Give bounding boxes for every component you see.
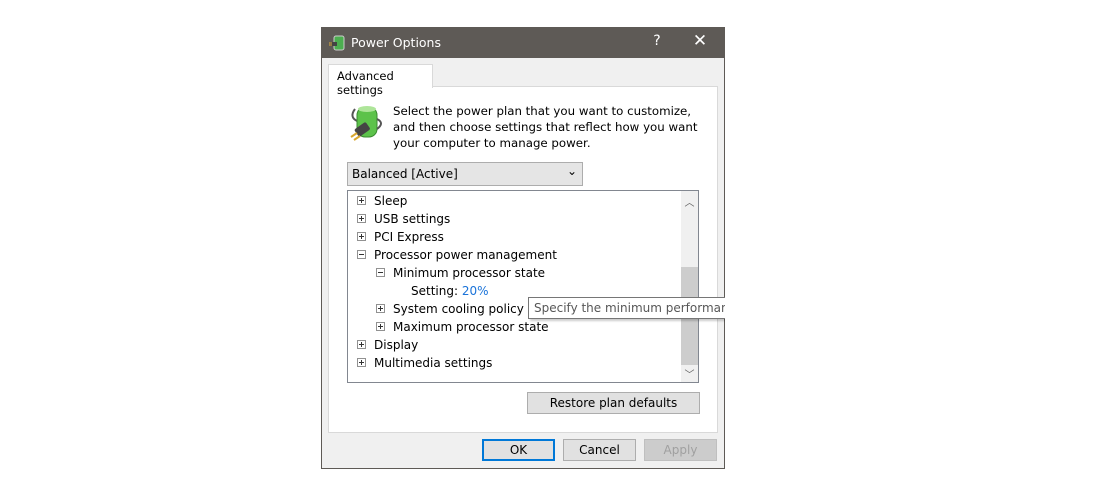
tree-item-pci[interactable]: PCI Express: [357, 228, 444, 246]
expand-icon[interactable]: [376, 304, 385, 313]
power-plan-icon: [350, 106, 382, 141]
tree-item-sleep[interactable]: Sleep: [357, 192, 407, 210]
tree-item-usb[interactable]: USB settings: [357, 210, 450, 228]
cancel-button[interactable]: Cancel: [563, 439, 636, 461]
power-plan-dropdown[interactable]: Balanced [Active] ⌄: [347, 162, 583, 186]
tree-item-min-state[interactable]: Minimum processor state: [376, 264, 545, 282]
expand-icon[interactable]: [357, 214, 366, 223]
tree-item-label: Multimedia settings: [374, 356, 493, 370]
tree-item-label: System cooling policy: [393, 302, 524, 316]
tab-label: Advanced settings: [337, 69, 394, 97]
help-button[interactable]: ?: [647, 33, 667, 49]
power-battery-icon: [329, 35, 345, 51]
tree-item-label: USB settings: [374, 212, 451, 226]
expand-icon[interactable]: [357, 340, 366, 349]
window-title: Power Options: [351, 35, 441, 50]
power-options-dialog: Power Options ? ✕ Advanced settings Sele…: [321, 27, 725, 469]
dropdown-value: Balanced [Active]: [352, 167, 458, 181]
description-text: Select the power plan that you want to c…: [393, 104, 698, 150]
expand-icon[interactable]: [357, 196, 366, 205]
tree-item-max-state[interactable]: Maximum processor state: [376, 318, 549, 336]
tree-item-label: Processor power management: [374, 248, 557, 262]
tab-advanced-settings[interactable]: Advanced settings: [328, 64, 433, 97]
ok-button[interactable]: OK: [482, 439, 555, 461]
chevron-down-icon: ⌄: [566, 164, 577, 178]
tree-item-cooling[interactable]: System cooling policy: [376, 300, 524, 318]
tree-item-multimedia[interactable]: Multimedia settings: [357, 354, 492, 372]
tree-item-label: PCI Express: [374, 230, 444, 244]
tree-item-setting: Setting: 20%: [411, 282, 489, 300]
tooltip: Specify the minimum performance s: [528, 297, 725, 319]
scroll-down-icon[interactable]: ﹀: [681, 366, 698, 381]
setting-value-link[interactable]: 20%: [462, 284, 489, 298]
title-bar[interactable]: Power Options ? ✕: [322, 28, 724, 58]
advanced-settings-panel: Select the power plan that you want to c…: [328, 86, 718, 433]
restore-defaults-button[interactable]: Restore plan defaults: [527, 392, 700, 414]
settings-tree[interactable]: Sleep USB settings PCI Express Processor…: [347, 190, 699, 383]
close-button[interactable]: ✕: [688, 31, 712, 51]
tree-item-processor[interactable]: Processor power management: [357, 246, 557, 264]
tree-item-label: Maximum processor state: [393, 320, 549, 334]
tree-item-display[interactable]: Display: [357, 336, 418, 354]
setting-label: Setting:: [411, 284, 459, 298]
expand-icon[interactable]: [357, 358, 366, 367]
apply-button[interactable]: Apply: [644, 439, 717, 461]
vertical-scrollbar[interactable]: ︿ ﹀: [681, 191, 698, 382]
tree-item-label: Sleep: [374, 194, 408, 208]
collapse-icon[interactable]: [357, 250, 366, 259]
scroll-up-icon[interactable]: ︿: [681, 194, 698, 209]
collapse-icon[interactable]: [376, 268, 385, 277]
tree-item-label: Display: [374, 338, 419, 352]
tree-item-label: Minimum processor state: [393, 266, 546, 280]
expand-icon[interactable]: [376, 322, 385, 331]
expand-icon[interactable]: [357, 232, 366, 241]
